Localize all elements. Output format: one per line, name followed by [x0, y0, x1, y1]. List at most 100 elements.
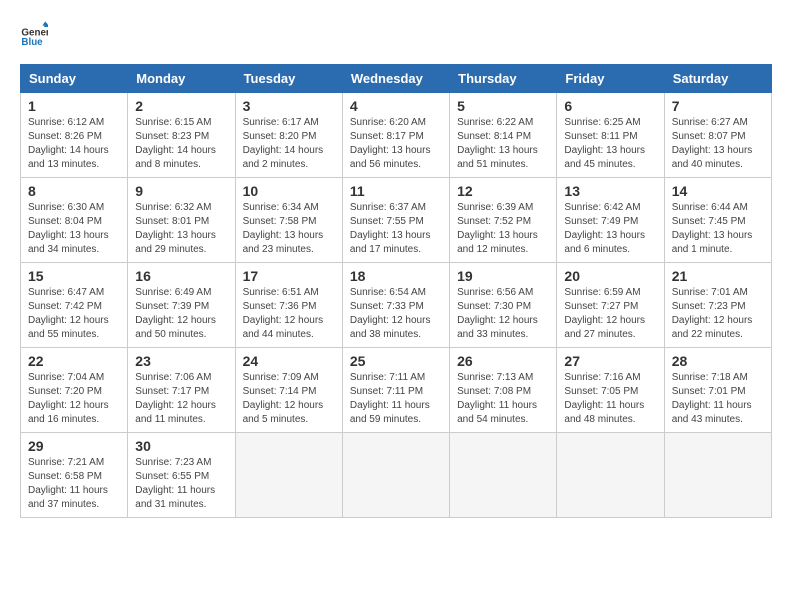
day-number: 26: [457, 353, 549, 369]
calendar-table: SundayMondayTuesdayWednesdayThursdayFrid…: [20, 64, 772, 518]
day-info: Sunrise: 7:06 AM Sunset: 7:17 PM Dayligh…: [135, 371, 227, 427]
week-row-1: 1 Sunrise: 6:12 AM Sunset: 8:26 PM Dayli…: [21, 93, 772, 178]
daylight-label: Daylight: 13 hours and 1 minute.: [672, 230, 753, 255]
day-info: Sunrise: 6:37 AM Sunset: 7:55 PM Dayligh…: [350, 201, 442, 257]
daylight-label: Daylight: 12 hours and 44 minutes.: [243, 315, 324, 340]
sunset-label: Sunset: 6:58 PM: [28, 471, 102, 482]
header-wednesday: Wednesday: [342, 65, 449, 93]
sunrise-label: Sunrise: 7:09 AM: [243, 372, 319, 383]
daylight-label: Daylight: 14 hours and 13 minutes.: [28, 145, 109, 170]
day-number: 15: [28, 268, 120, 284]
day-info: Sunrise: 6:17 AM Sunset: 8:20 PM Dayligh…: [243, 116, 335, 172]
sunrise-label: Sunrise: 7:16 AM: [564, 372, 640, 383]
day-cell: 22 Sunrise: 7:04 AM Sunset: 7:20 PM Dayl…: [21, 348, 128, 433]
daylight-label: Daylight: 12 hours and 5 minutes.: [243, 400, 324, 425]
sunset-label: Sunset: 7:36 PM: [243, 301, 317, 312]
sunrise-label: Sunrise: 6:51 AM: [243, 287, 319, 298]
day-info: Sunrise: 7:13 AM Sunset: 7:08 PM Dayligh…: [457, 371, 549, 427]
day-cell: 16 Sunrise: 6:49 AM Sunset: 7:39 PM Dayl…: [128, 263, 235, 348]
week-row-4: 22 Sunrise: 7:04 AM Sunset: 7:20 PM Dayl…: [21, 348, 772, 433]
daylight-label: Daylight: 12 hours and 33 minutes.: [457, 315, 538, 340]
sunrise-label: Sunrise: 7:13 AM: [457, 372, 533, 383]
logo: General Blue: [20, 20, 52, 48]
sunrise-label: Sunrise: 6:54 AM: [350, 287, 426, 298]
day-number: 21: [672, 268, 764, 284]
daylight-label: Daylight: 12 hours and 50 minutes.: [135, 315, 216, 340]
page-header: General Blue: [20, 20, 772, 48]
day-info: Sunrise: 6:30 AM Sunset: 8:04 PM Dayligh…: [28, 201, 120, 257]
day-cell: 10 Sunrise: 6:34 AM Sunset: 7:58 PM Dayl…: [235, 178, 342, 263]
sunrise-label: Sunrise: 6:30 AM: [28, 202, 104, 213]
day-number: 19: [457, 268, 549, 284]
sunrise-label: Sunrise: 6:27 AM: [672, 117, 748, 128]
sunrise-label: Sunrise: 6:15 AM: [135, 117, 211, 128]
day-number: 3: [243, 98, 335, 114]
sunset-label: Sunset: 8:01 PM: [135, 216, 209, 227]
day-cell: 24 Sunrise: 7:09 AM Sunset: 7:14 PM Dayl…: [235, 348, 342, 433]
header-thursday: Thursday: [450, 65, 557, 93]
sunset-label: Sunset: 7:58 PM: [243, 216, 317, 227]
day-cell: 1 Sunrise: 6:12 AM Sunset: 8:26 PM Dayli…: [21, 93, 128, 178]
day-cell: [664, 433, 771, 518]
daylight-label: Daylight: 12 hours and 22 minutes.: [672, 315, 753, 340]
day-info: Sunrise: 6:51 AM Sunset: 7:36 PM Dayligh…: [243, 286, 335, 342]
day-cell: 8 Sunrise: 6:30 AM Sunset: 8:04 PM Dayli…: [21, 178, 128, 263]
daylight-label: Daylight: 13 hours and 34 minutes.: [28, 230, 109, 255]
day-number: 5: [457, 98, 549, 114]
sunset-label: Sunset: 7:14 PM: [243, 386, 317, 397]
day-number: 18: [350, 268, 442, 284]
sunset-label: Sunset: 7:17 PM: [135, 386, 209, 397]
daylight-label: Daylight: 13 hours and 45 minutes.: [564, 145, 645, 170]
day-number: 13: [564, 183, 656, 199]
day-info: Sunrise: 6:27 AM Sunset: 8:07 PM Dayligh…: [672, 116, 764, 172]
sunset-label: Sunset: 7:42 PM: [28, 301, 102, 312]
day-number: 20: [564, 268, 656, 284]
day-cell: [557, 433, 664, 518]
daylight-label: Daylight: 11 hours and 48 minutes.: [564, 400, 644, 425]
sunset-label: Sunset: 7:08 PM: [457, 386, 531, 397]
sunset-label: Sunset: 7:01 PM: [672, 386, 746, 397]
sunset-label: Sunset: 7:45 PM: [672, 216, 746, 227]
sunset-label: Sunset: 7:52 PM: [457, 216, 531, 227]
day-info: Sunrise: 6:15 AM Sunset: 8:23 PM Dayligh…: [135, 116, 227, 172]
sunrise-label: Sunrise: 6:37 AM: [350, 202, 426, 213]
sunrise-label: Sunrise: 7:23 AM: [135, 457, 211, 468]
sunrise-label: Sunrise: 7:06 AM: [135, 372, 211, 383]
day-info: Sunrise: 7:18 AM Sunset: 7:01 PM Dayligh…: [672, 371, 764, 427]
daylight-label: Daylight: 12 hours and 38 minutes.: [350, 315, 431, 340]
daylight-label: Daylight: 13 hours and 29 minutes.: [135, 230, 216, 255]
sunrise-label: Sunrise: 6:17 AM: [243, 117, 319, 128]
sunset-label: Sunset: 7:11 PM: [350, 386, 423, 397]
week-row-5: 29 Sunrise: 7:21 AM Sunset: 6:58 PM Dayl…: [21, 433, 772, 518]
daylight-label: Daylight: 11 hours and 43 minutes.: [672, 400, 752, 425]
sunset-label: Sunset: 7:39 PM: [135, 301, 209, 312]
day-number: 24: [243, 353, 335, 369]
day-info: Sunrise: 7:11 AM Sunset: 7:11 PM Dayligh…: [350, 371, 442, 427]
sunrise-label: Sunrise: 6:44 AM: [672, 202, 748, 213]
day-cell: 17 Sunrise: 6:51 AM Sunset: 7:36 PM Dayl…: [235, 263, 342, 348]
day-cell: 12 Sunrise: 6:39 AM Sunset: 7:52 PM Dayl…: [450, 178, 557, 263]
header-friday: Friday: [557, 65, 664, 93]
week-row-2: 8 Sunrise: 6:30 AM Sunset: 8:04 PM Dayli…: [21, 178, 772, 263]
daylight-label: Daylight: 13 hours and 6 minutes.: [564, 230, 645, 255]
sunset-label: Sunset: 7:27 PM: [564, 301, 638, 312]
sunset-label: Sunset: 7:55 PM: [350, 216, 424, 227]
sunrise-label: Sunrise: 6:47 AM: [28, 287, 104, 298]
sunset-label: Sunset: 8:17 PM: [350, 131, 424, 142]
daylight-label: Daylight: 12 hours and 16 minutes.: [28, 400, 109, 425]
sunrise-label: Sunrise: 6:56 AM: [457, 287, 533, 298]
day-info: Sunrise: 6:12 AM Sunset: 8:26 PM Dayligh…: [28, 116, 120, 172]
day-number: 1: [28, 98, 120, 114]
sunset-label: Sunset: 7:49 PM: [564, 216, 638, 227]
day-cell: 6 Sunrise: 6:25 AM Sunset: 8:11 PM Dayli…: [557, 93, 664, 178]
sunset-label: Sunset: 8:11 PM: [564, 131, 637, 142]
day-info: Sunrise: 6:44 AM Sunset: 7:45 PM Dayligh…: [672, 201, 764, 257]
sunset-label: Sunset: 7:23 PM: [672, 301, 746, 312]
day-cell: 11 Sunrise: 6:37 AM Sunset: 7:55 PM Dayl…: [342, 178, 449, 263]
sunset-label: Sunset: 7:20 PM: [28, 386, 102, 397]
day-cell: 21 Sunrise: 7:01 AM Sunset: 7:23 PM Dayl…: [664, 263, 771, 348]
day-info: Sunrise: 7:23 AM Sunset: 6:55 PM Dayligh…: [135, 456, 227, 512]
sunrise-label: Sunrise: 6:12 AM: [28, 117, 104, 128]
sunset-label: Sunset: 6:55 PM: [135, 471, 209, 482]
day-number: 11: [350, 183, 442, 199]
